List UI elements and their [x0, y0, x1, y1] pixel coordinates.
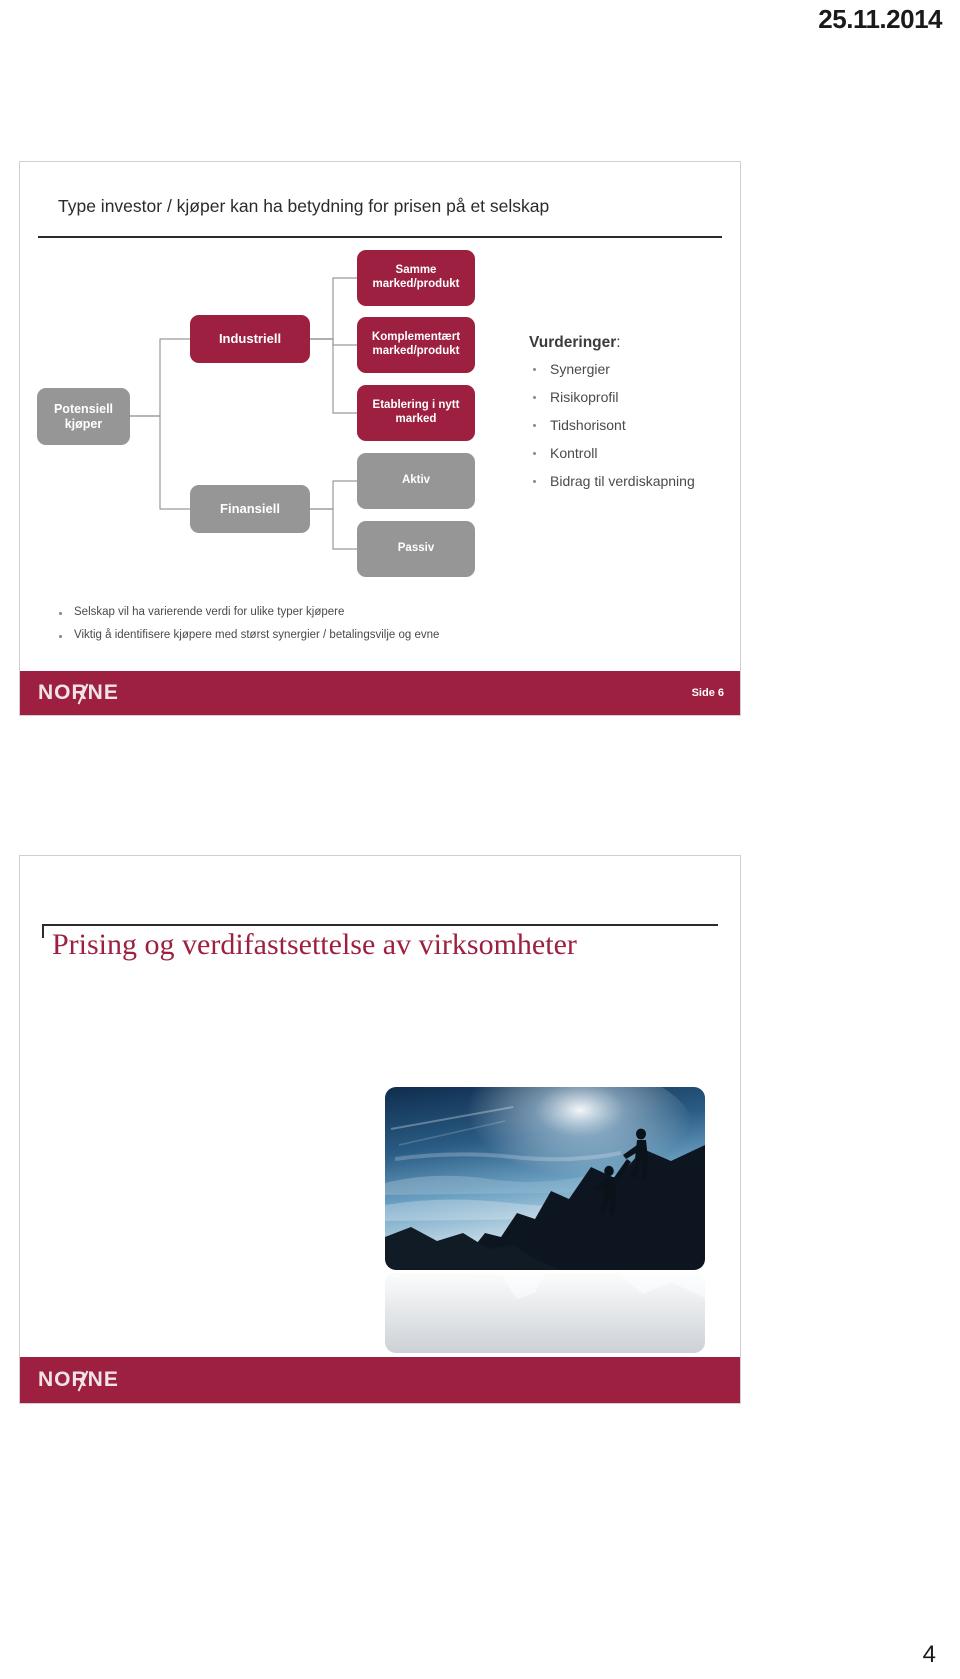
list-item: Synergier: [529, 361, 729, 377]
norne-logo: NORNE: [38, 681, 119, 705]
evaluation-list: Synergier Risikoprofil Tidshorisont Kont…: [529, 361, 729, 489]
list-item: Viktig å identifisere kjøpere med størst…: [54, 629, 694, 641]
list-item: Tidshorisont: [529, 417, 729, 433]
node-industriell[interactable]: Industriell: [190, 315, 310, 363]
slide-1-summary-bullets: Selskap vil ha varierende verdi for ulik…: [54, 606, 694, 652]
evaluation-heading-suffix: :: [616, 334, 621, 351]
slide-1-footer: NORNE Side 6: [20, 671, 740, 715]
evaluation-heading: Vurderinger:: [529, 334, 729, 352]
norne-logo: NORNE: [38, 1368, 119, 1392]
node-finansiell[interactable]: Finansiell: [190, 485, 310, 533]
slide-2: Prising og verdifastsettelse av virksomh…: [19, 855, 741, 1404]
slide-number-label: Side 6: [691, 687, 724, 699]
list-item: Kontroll: [529, 445, 729, 461]
node-aktiv[interactable]: Aktiv: [357, 453, 475, 509]
slide-2-title-tick: [42, 924, 44, 938]
node-potensiell-kjoper[interactable]: Potensiell kjøper: [37, 388, 130, 445]
slide-2-title: Prising og verdifastsettelse av virksomh…: [52, 928, 577, 961]
evaluation-heading-bold: Vurderinger: [529, 334, 617, 351]
list-item: Bidrag til verdiskapning: [529, 473, 729, 489]
evaluation-block: Vurderinger: Synergier Risikoprofil Tids…: [529, 334, 729, 501]
climber-photo: [385, 1087, 705, 1270]
climber-photo-image: [385, 1087, 705, 1270]
document-page: 25.11.2014 Type investor / kjøper kan ha…: [0, 0, 960, 1679]
slide-1: Type investor / kjøper kan ha betydning …: [19, 161, 741, 716]
node-passiv[interactable]: Passiv: [357, 521, 475, 577]
list-item: Selskap vil ha varierende verdi for ulik…: [54, 606, 694, 618]
photo-container: [385, 1087, 705, 1353]
photo-reflection: [385, 1273, 705, 1353]
node-samme-marked-produkt[interactable]: Samme marked/produkt: [357, 250, 475, 306]
photo-reflection-image: [385, 1273, 705, 1353]
document-page-number: 4: [922, 1641, 936, 1668]
node-etablering-i-nytt-marked[interactable]: Etablering i nytt marked: [357, 385, 475, 441]
slide-2-title-divider: [42, 924, 718, 926]
slide-2-footer: NORNE: [20, 1357, 740, 1403]
document-date: 25.11.2014: [818, 4, 942, 34]
list-item: Risikoprofil: [529, 389, 729, 405]
node-komplementaert-marked-produkt[interactable]: Komplementært marked/produkt: [357, 317, 475, 373]
